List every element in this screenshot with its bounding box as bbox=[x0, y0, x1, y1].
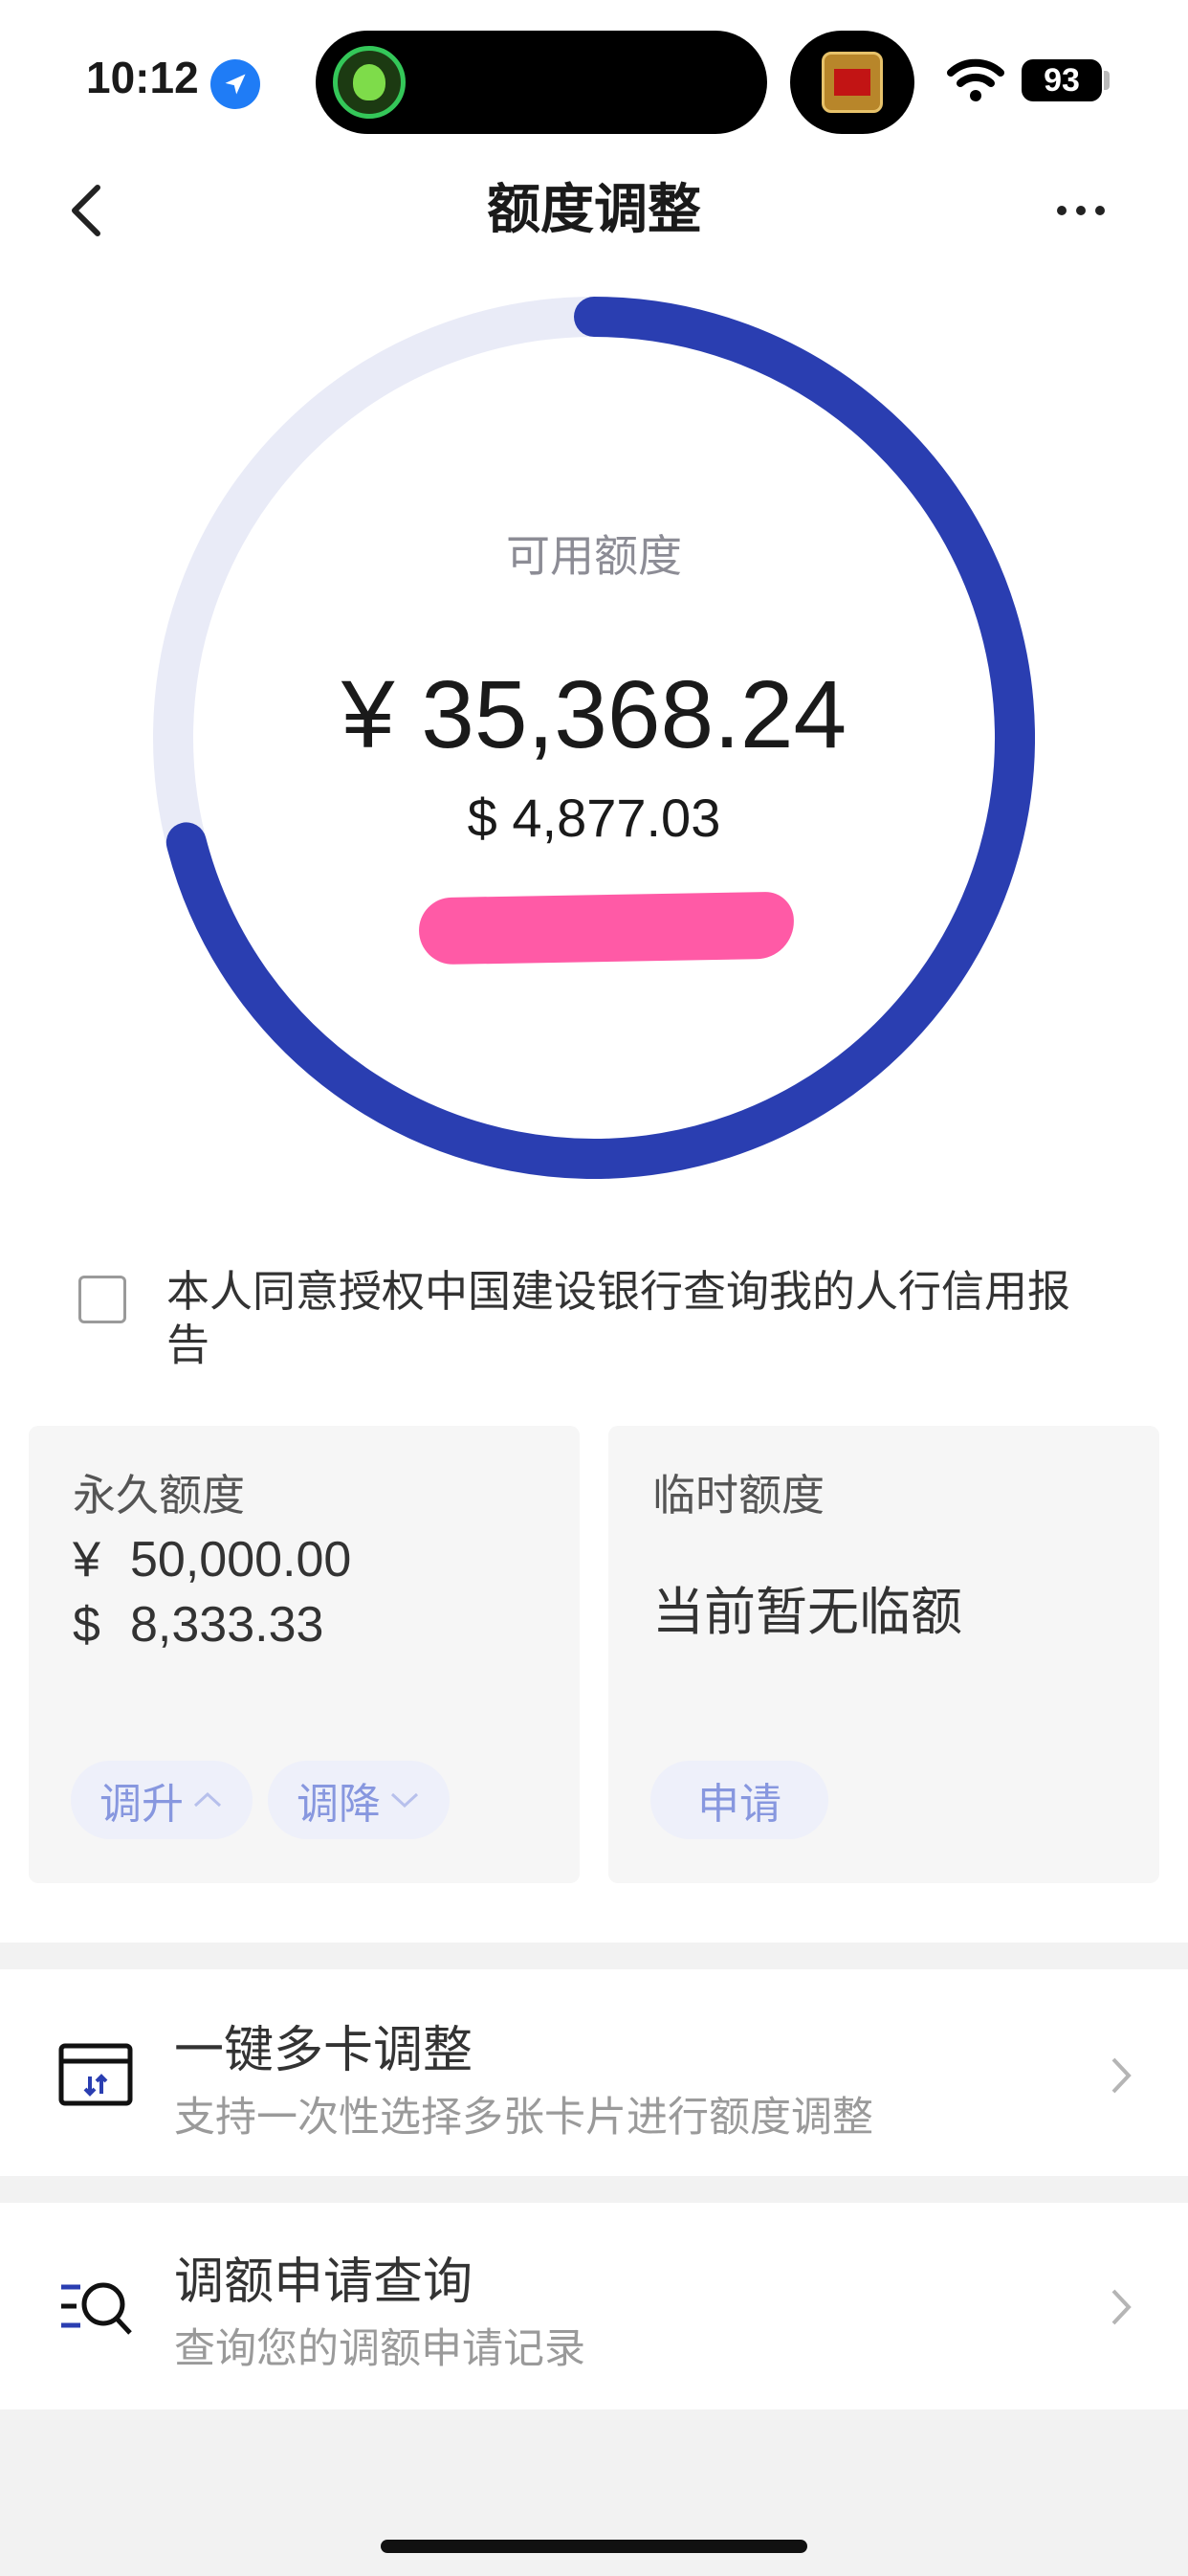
consent-text: 本人同意授权中国建设银行查询我的人行信用报告 bbox=[166, 1266, 1071, 1370]
now-playing-island[interactable] bbox=[790, 31, 914, 134]
list-item-multi-card-adjust[interactable]: 一键多卡调整 支持一次性选择多张卡片进行额度调整 bbox=[0, 1969, 1188, 2176]
list-title: 一键多卡调整 bbox=[174, 2022, 473, 2079]
apply-temporary-button[interactable]: 申请 bbox=[650, 1761, 828, 1839]
consent-checkbox[interactable] bbox=[78, 1276, 126, 1323]
dynamic-island[interactable] bbox=[316, 31, 767, 134]
activity-icon bbox=[333, 46, 406, 119]
chevron-right-icon bbox=[1111, 2289, 1132, 2325]
battery-cap bbox=[1104, 71, 1110, 90]
raise-limit-label: 调升 bbox=[99, 1780, 184, 1829]
back-chevron-icon[interactable] bbox=[59, 172, 117, 249]
lower-limit-button[interactable]: 调降 bbox=[268, 1761, 450, 1839]
available-credit-usd: $ 4,877.03 bbox=[467, 788, 721, 848]
permanent-limit-title: 永久额度 bbox=[73, 1470, 246, 1521]
list-subtitle: 支持一次性选择多张卡片进行额度调整 bbox=[174, 2094, 873, 2142]
more-options-icon[interactable] bbox=[1052, 191, 1110, 230]
page-title: 额度调整 bbox=[487, 179, 701, 241]
permanent-limit-usd: $8,333.33 bbox=[73, 1596, 323, 1654]
usd-value: 8,333.33 bbox=[130, 1597, 324, 1653]
cny-value: 50,000.00 bbox=[130, 1532, 352, 1588]
location-arrow-icon bbox=[210, 59, 260, 109]
album-art-icon bbox=[822, 52, 883, 113]
wifi-icon bbox=[947, 58, 1004, 101]
permanent-limit-cny: ¥50,000.00 bbox=[73, 1531, 351, 1588]
usd-symbol: $ bbox=[73, 1597, 100, 1653]
list-title: 调额申请查询 bbox=[174, 2254, 473, 2311]
available-credit-label: 可用额度 bbox=[506, 530, 682, 582]
cny-symbol: ¥ bbox=[73, 1532, 100, 1588]
temporary-limit-card: 临时额度 当前暂无临额 申请 bbox=[608, 1426, 1159, 1883]
battery-indicator: 93 bbox=[1022, 59, 1102, 101]
home-indicator[interactable] bbox=[381, 2540, 807, 2553]
list-item-adjust-query[interactable]: 调额申请查询 查询您的调额申请记录 bbox=[0, 2203, 1188, 2409]
redaction-mark bbox=[418, 891, 795, 966]
card-adjust-icon bbox=[58, 2043, 133, 2106]
chevron-right-icon bbox=[1111, 2057, 1132, 2094]
apply-label: 申请 bbox=[697, 1780, 781, 1829]
chevron-up-icon bbox=[193, 1791, 222, 1808]
list-subtitle: 查询您的调额申请记录 bbox=[174, 2325, 585, 2373]
status-time: 10:12 bbox=[86, 53, 199, 102]
permanent-limit-card: 永久额度 ¥50,000.00 $8,333.33 调升 调降 bbox=[29, 1426, 580, 1883]
lower-limit-label: 调降 bbox=[297, 1780, 381, 1829]
temporary-limit-status: 当前暂无临额 bbox=[652, 1582, 962, 1642]
search-list-icon bbox=[61, 2282, 132, 2335]
temporary-limit-title: 临时额度 bbox=[652, 1470, 825, 1521]
chevron-down-icon bbox=[390, 1792, 419, 1809]
available-credit-cny: ¥ 35,368.24 bbox=[341, 661, 847, 768]
page: 10:12 93 额度调整 可用额度 ¥ 35,368.24 $ 4,877.0… bbox=[0, 0, 1188, 2576]
raise-limit-button[interactable]: 调升 bbox=[71, 1761, 253, 1839]
